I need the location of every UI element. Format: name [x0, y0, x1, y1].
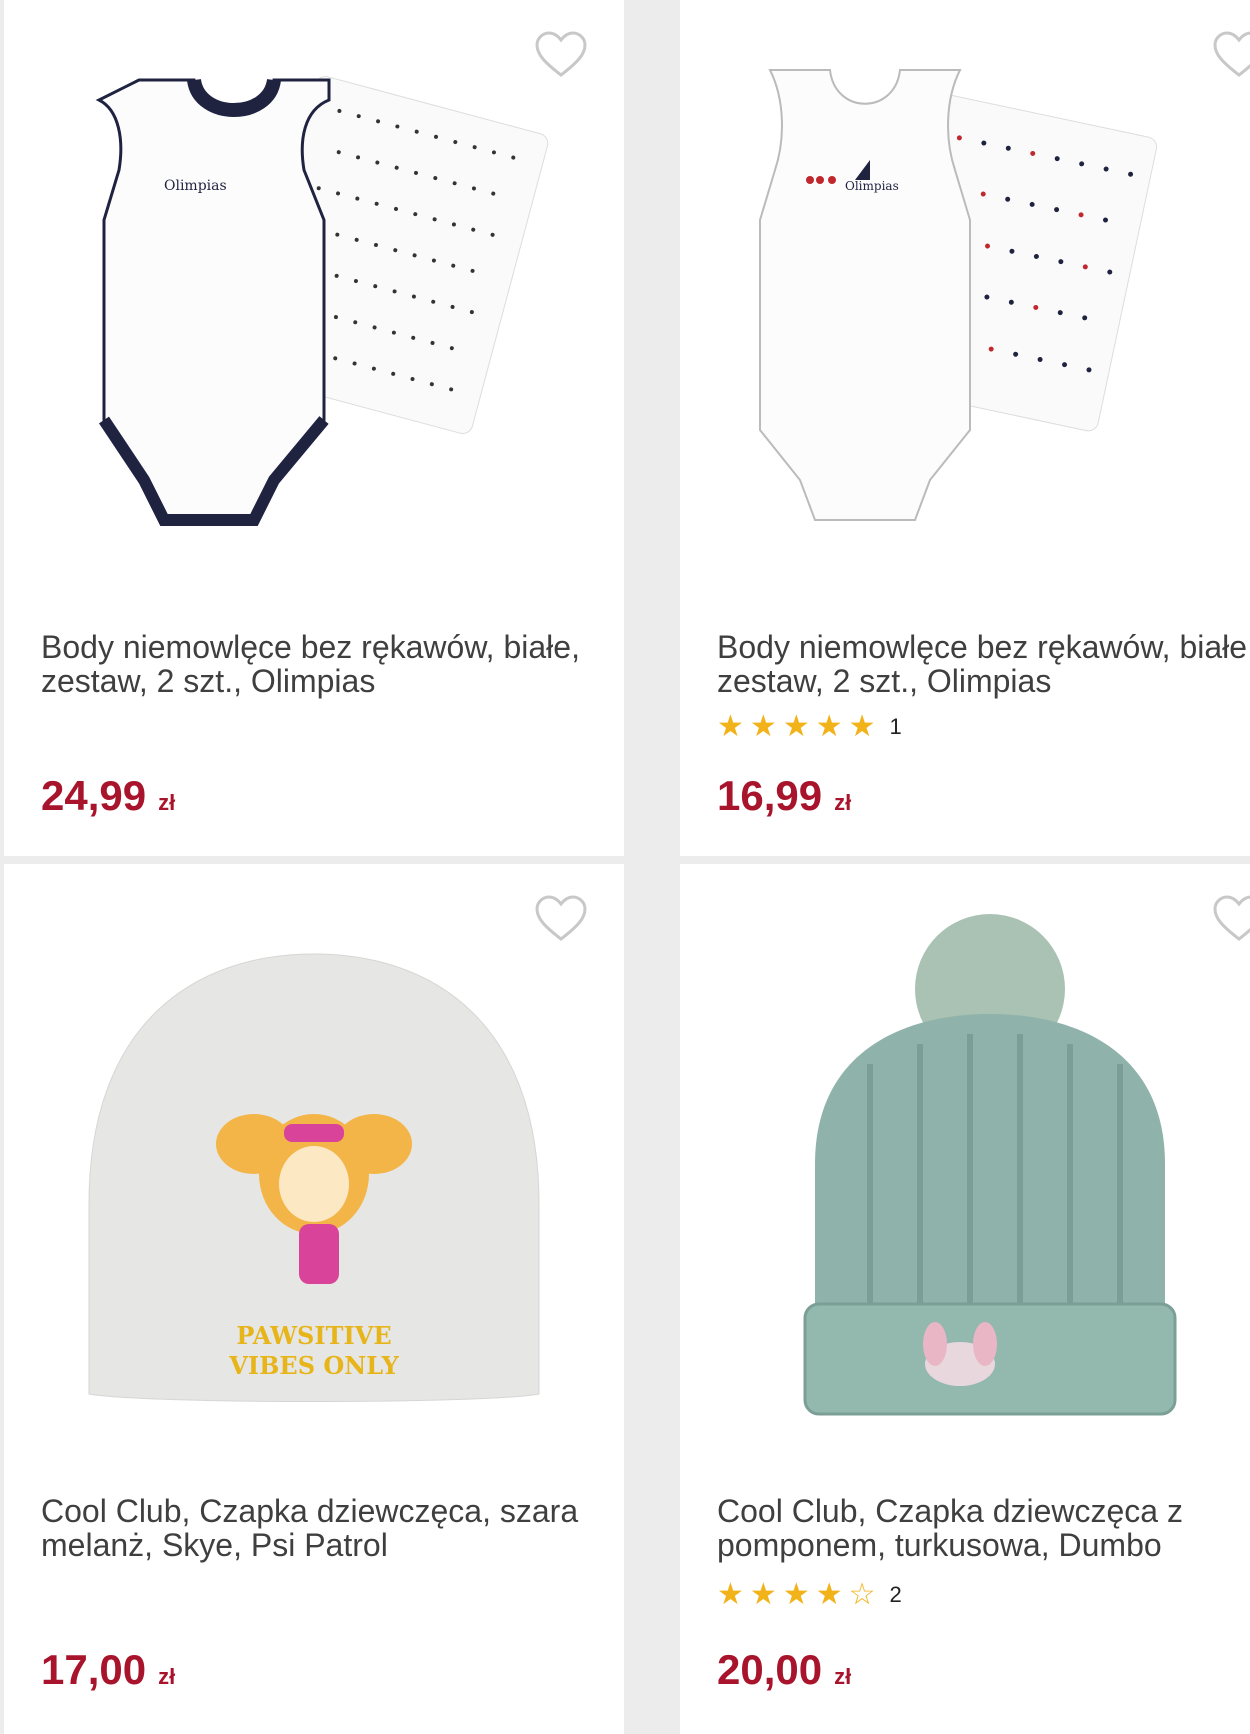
star-icon: ★: [717, 1578, 744, 1611]
price-value: 16,99: [717, 772, 823, 819]
price-currency: zł: [834, 790, 852, 815]
rating: ★ ★ ★ ★ ★ 1: [717, 712, 902, 742]
star-icon: ★: [782, 710, 810, 743]
product-price: 20,00 zł: [717, 1646, 851, 1701]
product-card[interactable]: Olimpias Body niemowlęce bez rękawów, bi…: [680, 0, 1250, 856]
product-title[interactable]: Body niemowlęce bez rękawów, białe, zest…: [717, 630, 1250, 698]
product-image[interactable]: PAWSITIVE VIBES ONLY: [44, 904, 584, 1444]
product-price: 24,99 zł: [41, 772, 175, 827]
star-outline-icon: ☆: [848, 1578, 876, 1611]
price-currency: zł: [158, 790, 176, 815]
product-image[interactable]: [720, 904, 1250, 1444]
svg-text:PAWSITIVE: PAWSITIVE: [236, 1321, 391, 1350]
product-image[interactable]: Olimpias: [44, 40, 584, 580]
rating-count: 1: [889, 714, 902, 739]
rating-count: 2: [889, 1582, 902, 1607]
product-card[interactable]: PAWSITIVE VIBES ONLY Cool Club, Czapka d…: [4, 864, 624, 1734]
price-currency: zł: [834, 1664, 852, 1689]
star-icon: ★: [815, 1578, 843, 1611]
star-icon: ★: [815, 710, 843, 743]
svg-text:VIBES ONLY: VIBES ONLY: [228, 1351, 399, 1380]
price-currency: zł: [158, 1664, 176, 1689]
price-value: 17,00: [41, 1646, 147, 1693]
product-title[interactable]: Body niemowlęce bez rękawów, białe, zest…: [41, 630, 581, 698]
rating: ★ ★ ★ ★ ☆ 2: [717, 1580, 902, 1610]
star-icon: ★: [749, 710, 777, 743]
price-value: 24,99: [41, 772, 147, 819]
product-price: 17,00 zł: [41, 1646, 175, 1701]
product-title[interactable]: Cool Club, Czapka dziewczęca, szara mela…: [41, 1494, 581, 1562]
svg-text:Olimpias: Olimpias: [164, 178, 227, 194]
price-value: 20,00: [717, 1646, 823, 1693]
star-icon: ★: [848, 710, 876, 743]
star-icon: ★: [782, 1578, 810, 1611]
product-title[interactable]: Cool Club, Czapka dziewczęca z pomponem,…: [717, 1494, 1250, 1562]
star-icon: ★: [717, 710, 744, 743]
svg-text:Olimpias: Olimpias: [845, 179, 899, 193]
star-icon: ★: [749, 1578, 777, 1611]
product-price: 16,99 zł: [717, 772, 851, 827]
product-card[interactable]: Cool Club, Czapka dziewczęca z pomponem,…: [680, 864, 1250, 1734]
product-image[interactable]: Olimpias: [720, 40, 1250, 580]
product-card[interactable]: Olimpias Body niemowlęce bez rękawów, bi…: [4, 0, 624, 856]
